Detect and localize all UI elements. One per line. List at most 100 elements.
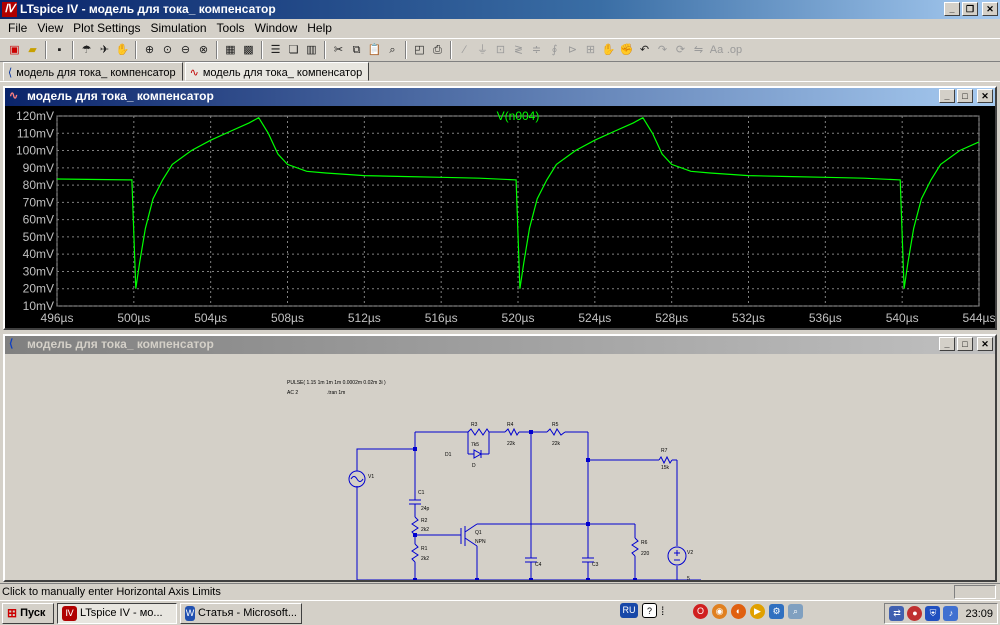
label-r5[interactable]: R5 [552,422,559,428]
app-title-bar[interactable]: Ⅳ LTspice IV - модель для тока_ компенса… [0,0,1000,19]
volume-icon[interactable]: ♪ [943,606,959,621]
menu-help[interactable]: Help [302,21,337,35]
cut-icon[interactable]: ✂ [330,42,347,59]
antivirus-icon[interactable]: ● [907,606,923,621]
help-icon[interactable]: ? [642,603,657,618]
print-preview-icon[interactable]: ◰ [411,42,428,59]
move-icon[interactable]: ✋ [600,42,617,59]
resistor-icon[interactable]: ≷ [510,42,527,59]
capacitor-icon[interactable]: ≑ [528,42,545,59]
directive-pulse[interactable]: PULSE( 1.15 1m 1m 1m 0.0002m 0.02m 3i ) [287,380,386,386]
menu-view[interactable]: View [32,21,68,35]
label-c1[interactable]: C1 [418,490,425,496]
label-r2[interactable]: R2 [421,518,428,524]
model-d1[interactable]: D [472,463,476,469]
run-icon[interactable]: ✈ [96,42,113,59]
rotate-icon[interactable]: ⟳ [672,42,689,59]
open-folder-icon[interactable]: ▰ [24,42,41,59]
schematic-close-button[interactable]: ✕ [977,337,993,351]
directive-ac[interactable]: AC 2 [287,390,298,396]
media-player-icon[interactable]: ▶ [750,604,765,619]
value-r1[interactable]: 2k2 [421,556,429,562]
directive-tran[interactable]: .tran 1m [327,390,345,396]
cascade-icon[interactable]: ❏ [285,42,302,59]
zoom-out-icon[interactable]: ⊖ [177,42,194,59]
label-v1[interactable]: V1 [368,474,374,480]
diode-icon[interactable]: ⊳ [564,42,581,59]
label-r7[interactable]: R7 [661,448,668,454]
inductor-icon[interactable]: ∮ [546,42,563,59]
zoom-in-icon[interactable]: ⊕ [141,42,158,59]
label-d1[interactable]: D1 [445,452,452,458]
text-icon[interactable]: Aa [708,42,725,59]
taskbar-item-word[interactable]: W Статья - Microsoft... [180,602,302,624]
ltspice-app-icon[interactable]: Ⅳ [2,2,17,17]
wire-icon[interactable]: ∕ [456,42,473,59]
model-q1[interactable]: NPN [475,539,486,545]
label-r1[interactable]: R1 [421,546,428,552]
schematic-minimize-button[interactable]: _ [939,337,955,351]
series-line-vn004[interactable] [56,116,980,289]
label-c3[interactable]: C3 [592,562,599,568]
plot-close-button[interactable]: ✕ [977,89,993,103]
value-r2[interactable]: 2k2 [421,527,429,533]
tab-schematic[interactable]: ⟨ модель для тока_ компенсатор [3,62,183,81]
search-app-icon[interactable]: ⌕ [788,604,803,619]
close-button[interactable]: ✕ [982,2,998,16]
label-v2[interactable]: V2 [687,550,693,556]
halt-icon[interactable]: ✋ [114,42,131,59]
opera-icon[interactable]: O [693,604,708,619]
firefox-icon[interactable]: ◐ [731,604,746,619]
value-c1[interactable]: 24p [421,506,430,512]
find-icon[interactable]: ⌕ [384,42,401,59]
component-icon[interactable]: ⊞ [582,42,599,59]
drag-icon[interactable]: ✊ [618,42,635,59]
shield-icon[interactable]: ⛨ [925,606,941,621]
network-icon[interactable]: ⇄ [889,606,905,621]
control-panel-icon[interactable]: ☂ [78,42,95,59]
schematic-canvas[interactable]: PULSE( 1.15 1m 1m 1m 0.0002m 0.02m 3i ) … [5,354,995,580]
value-r6[interactable]: 220 [641,551,650,557]
clock[interactable]: 23:09 [965,608,993,620]
restore-button[interactable]: ❐ [962,2,978,16]
plot-pane[interactable]: 120mV 110mV 100mV 90mV 80mV 70mV 60mV 50mV 40mV 3… [5,106,995,328]
value-r7[interactable]: 15k [661,465,670,471]
tile-horizontal-icon[interactable]: ☰ [267,42,284,59]
tab-waveform[interactable]: ∿ модель для тока_ компенсатор [184,62,370,81]
plot-maximize-button[interactable]: □ [957,89,973,103]
taskbar-item-ltspice[interactable]: Ⅳ LTspice IV - мо... [57,602,177,624]
label-r3[interactable]: R3 [471,422,478,428]
menu-window[interactable]: Window [250,21,303,35]
zoom-fit-icon[interactable]: ⊗ [195,42,212,59]
tile-vertical-icon[interactable]: ▥ [303,42,320,59]
plot-window-title-bar[interactable]: ∿ модель для тока_ компенсатор _ □ ✕ [5,88,995,106]
pan-icon[interactable]: ⊙ [159,42,176,59]
menu-tools[interactable]: Tools [212,21,250,35]
value-r5[interactable]: 22k [552,441,561,447]
undo-icon[interactable]: ↶ [636,42,653,59]
spice-directive-icon[interactable]: .op [726,42,743,59]
label-q1[interactable]: Q1 [475,530,482,536]
label-c4[interactable]: C4 [535,562,542,568]
plot-minimize-button[interactable]: _ [939,89,955,103]
value-r4[interactable]: 22k [507,441,516,447]
value-v2[interactable]: 5 [687,576,690,580]
schematic-maximize-button[interactable]: □ [957,337,973,351]
menu-plot-settings[interactable]: Plot Settings [68,21,145,35]
redo-icon[interactable]: ↷ [654,42,671,59]
language-indicator[interactable]: RU [620,603,638,618]
menu-simulation[interactable]: Simulation [146,21,212,35]
schematic-window-title-bar[interactable]: ⟨ модель для тока_ компенсатор _ □ ✕ [5,336,995,354]
start-button[interactable]: ⊞ Пуск [2,602,54,624]
delete-traces-icon[interactable]: ▩ [240,42,257,59]
ground-icon[interactable]: ⏚ [474,42,491,59]
save-icon[interactable]: ▪ [51,42,68,59]
utility-icon[interactable]: ⚙ [769,604,784,619]
label-r6[interactable]: R6 [641,540,648,546]
waveform-chart[interactable]: 120mV 110mV 100mV 90mV 80mV 70mV 60mV 50mV 40mV 3… [5,106,996,328]
aimp-icon[interactable]: ◉ [712,604,727,619]
copy-icon[interactable]: ⧉ [348,42,365,59]
paste-icon[interactable]: 📋 [366,42,383,59]
minimize-button[interactable]: _ [944,2,960,16]
label-r4[interactable]: R4 [507,422,514,428]
